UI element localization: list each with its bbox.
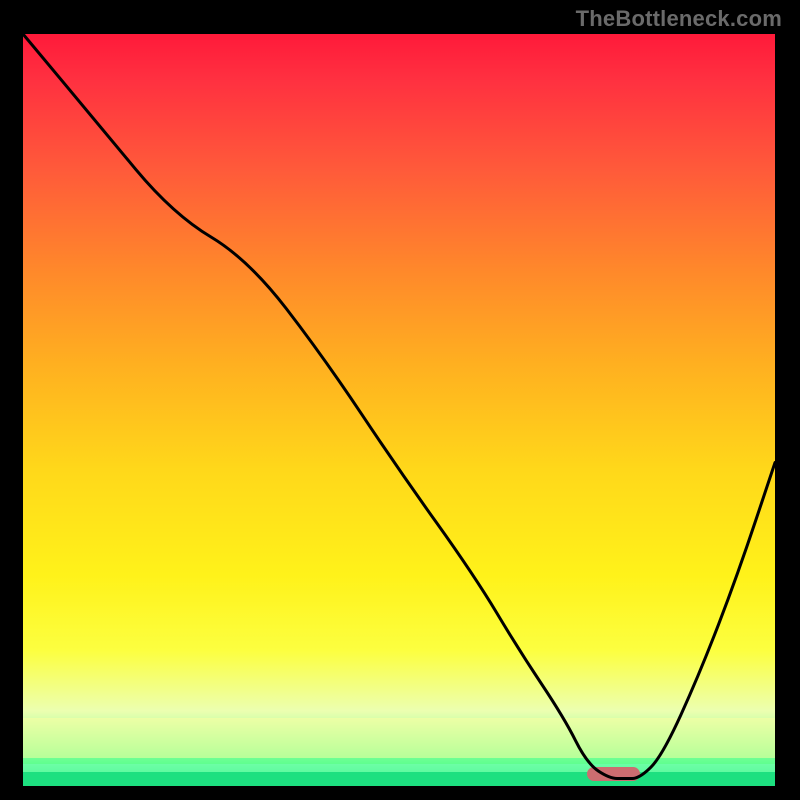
bottleneck-curve <box>23 34 775 786</box>
plot-area <box>23 34 775 786</box>
chart-frame <box>20 31 778 789</box>
watermark-text: TheBottleneck.com <box>576 6 782 32</box>
